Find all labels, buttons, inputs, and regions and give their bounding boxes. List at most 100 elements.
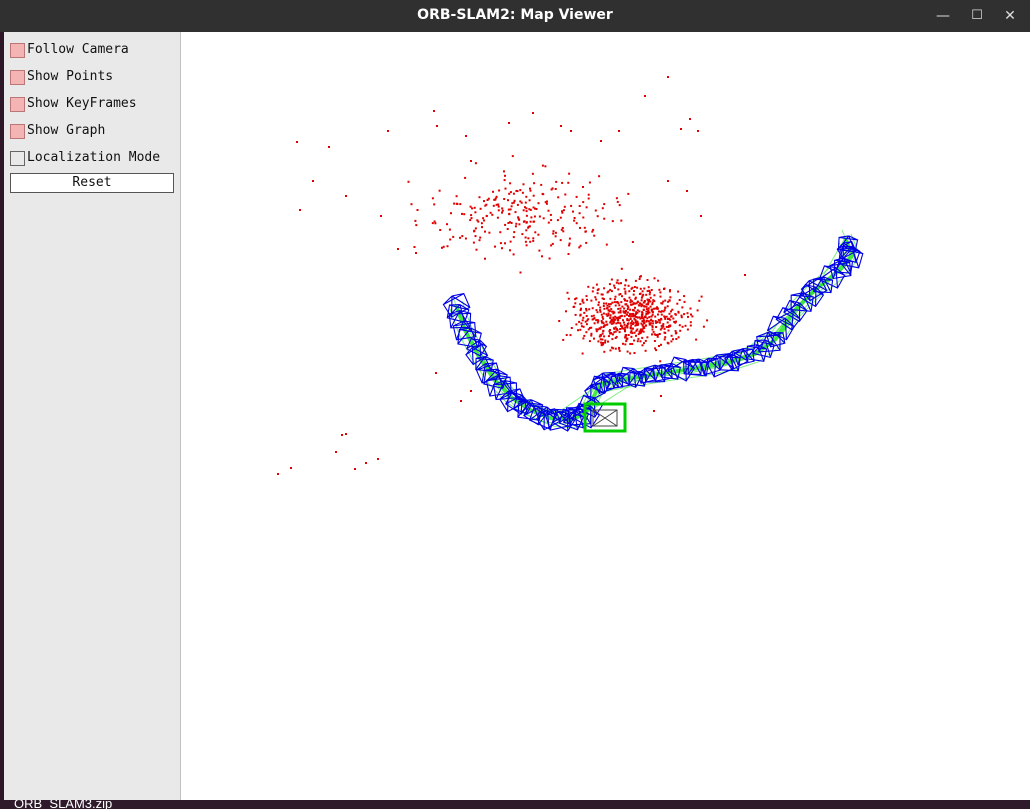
map-point: [407, 180, 410, 183]
localization-mode-checkbox[interactable]: [10, 150, 25, 166]
map-point: [556, 219, 559, 222]
map-point: [496, 216, 499, 219]
map-point: [605, 320, 608, 323]
map-point: [663, 327, 666, 330]
map-point: [529, 189, 532, 192]
map-point: [572, 210, 574, 213]
map-point: [435, 372, 437, 374]
map-point: [509, 240, 512, 243]
map-point: [683, 313, 686, 316]
map-point: [503, 179, 506, 182]
map-point: [595, 319, 598, 322]
map-point: [623, 311, 626, 314]
map-point: [622, 319, 624, 322]
map-point: [473, 230, 476, 233]
map-point: [518, 223, 521, 226]
map-point: [641, 344, 644, 347]
map-point: [660, 302, 663, 305]
map-point: [565, 334, 568, 336]
map-point: [464, 176, 467, 179]
map-point: [620, 314, 623, 317]
show-keyframes-option[interactable]: Show KeyFrames: [10, 95, 137, 113]
map-point: [414, 219, 417, 222]
reset-button[interactable]: Reset: [10, 173, 174, 193]
map-point: [501, 247, 503, 250]
show-graph-checkbox[interactable]: [10, 123, 25, 139]
map-point: [549, 213, 552, 216]
map-point: [508, 212, 511, 215]
map-point: [532, 220, 535, 223]
show-points-checkbox[interactable]: [10, 69, 25, 85]
minimize-icon[interactable]: —: [931, 4, 955, 28]
map-point: [653, 277, 656, 280]
map-point: [578, 320, 581, 323]
map-point: [658, 321, 661, 324]
map-point: [590, 332, 593, 335]
map-point: [603, 203, 606, 206]
map-point: [601, 316, 604, 318]
map-point: [580, 322, 583, 325]
map-point: [574, 302, 577, 305]
map-point: [621, 305, 624, 308]
map-point: [607, 312, 610, 315]
map-point: [610, 322, 613, 325]
map-point: [678, 324, 681, 327]
map-point: [607, 309, 610, 312]
show-graph-option[interactable]: Show Graph: [10, 122, 105, 140]
map-point: [474, 227, 477, 230]
map-point: [577, 329, 579, 332]
map-point: [651, 313, 654, 316]
map-point: [656, 335, 659, 338]
map-point: [592, 228, 595, 231]
map-point: [574, 313, 577, 316]
map-point: [470, 214, 473, 217]
localization-mode-option[interactable]: Localization Mode: [10, 149, 160, 167]
map-point: [583, 311, 586, 314]
map-point: [641, 328, 644, 331]
map-point: [651, 320, 654, 323]
follow-camera-checkbox[interactable]: [10, 42, 25, 58]
map-point: [648, 293, 651, 296]
close-icon[interactable]: ✕: [998, 4, 1022, 28]
map-point: [377, 458, 379, 460]
map-point: [492, 190, 494, 193]
map-point: [431, 197, 434, 200]
map-point: [525, 221, 528, 224]
map-point: [568, 242, 571, 245]
map-point: [643, 305, 646, 308]
maximize-icon[interactable]: ☐: [965, 4, 989, 28]
map-point: [510, 205, 513, 208]
map-point: [614, 295, 617, 298]
map-point: [676, 302, 679, 305]
show-keyframes-checkbox[interactable]: [10, 96, 25, 112]
map-point: [639, 275, 641, 278]
map-canvas[interactable]: [181, 32, 1026, 800]
camera-frustum: [592, 409, 618, 427]
map-point: [501, 211, 503, 214]
map-point: [578, 205, 581, 207]
map-point: [585, 241, 588, 244]
map-point: [512, 201, 515, 204]
map-point: [312, 180, 314, 182]
taskbar-file-label[interactable]: ORB_SLAM3.zip: [14, 800, 112, 809]
map-point: [594, 296, 597, 299]
map-point: [415, 252, 417, 254]
map-point: [595, 283, 598, 286]
map-point: [637, 337, 640, 340]
map-point: [299, 209, 301, 211]
map-point: [646, 290, 649, 293]
map-point: [659, 360, 662, 363]
follow-camera-option[interactable]: Follow Camera: [10, 41, 129, 59]
map-point: [541, 255, 543, 258]
map-point: [554, 235, 557, 238]
map-viewport[interactable]: [181, 32, 1026, 800]
map-point: [617, 321, 619, 324]
show-points-option[interactable]: Show Points: [10, 68, 113, 86]
map-point: [681, 325, 684, 328]
map-point: [597, 340, 600, 343]
map-point: [529, 240, 532, 243]
map-point: [585, 331, 588, 334]
map-point: [647, 286, 650, 289]
map-point: [588, 181, 591, 184]
title-bar[interactable]: ORB-SLAM2: Map Viewer — ☐ ✕: [0, 0, 1030, 32]
